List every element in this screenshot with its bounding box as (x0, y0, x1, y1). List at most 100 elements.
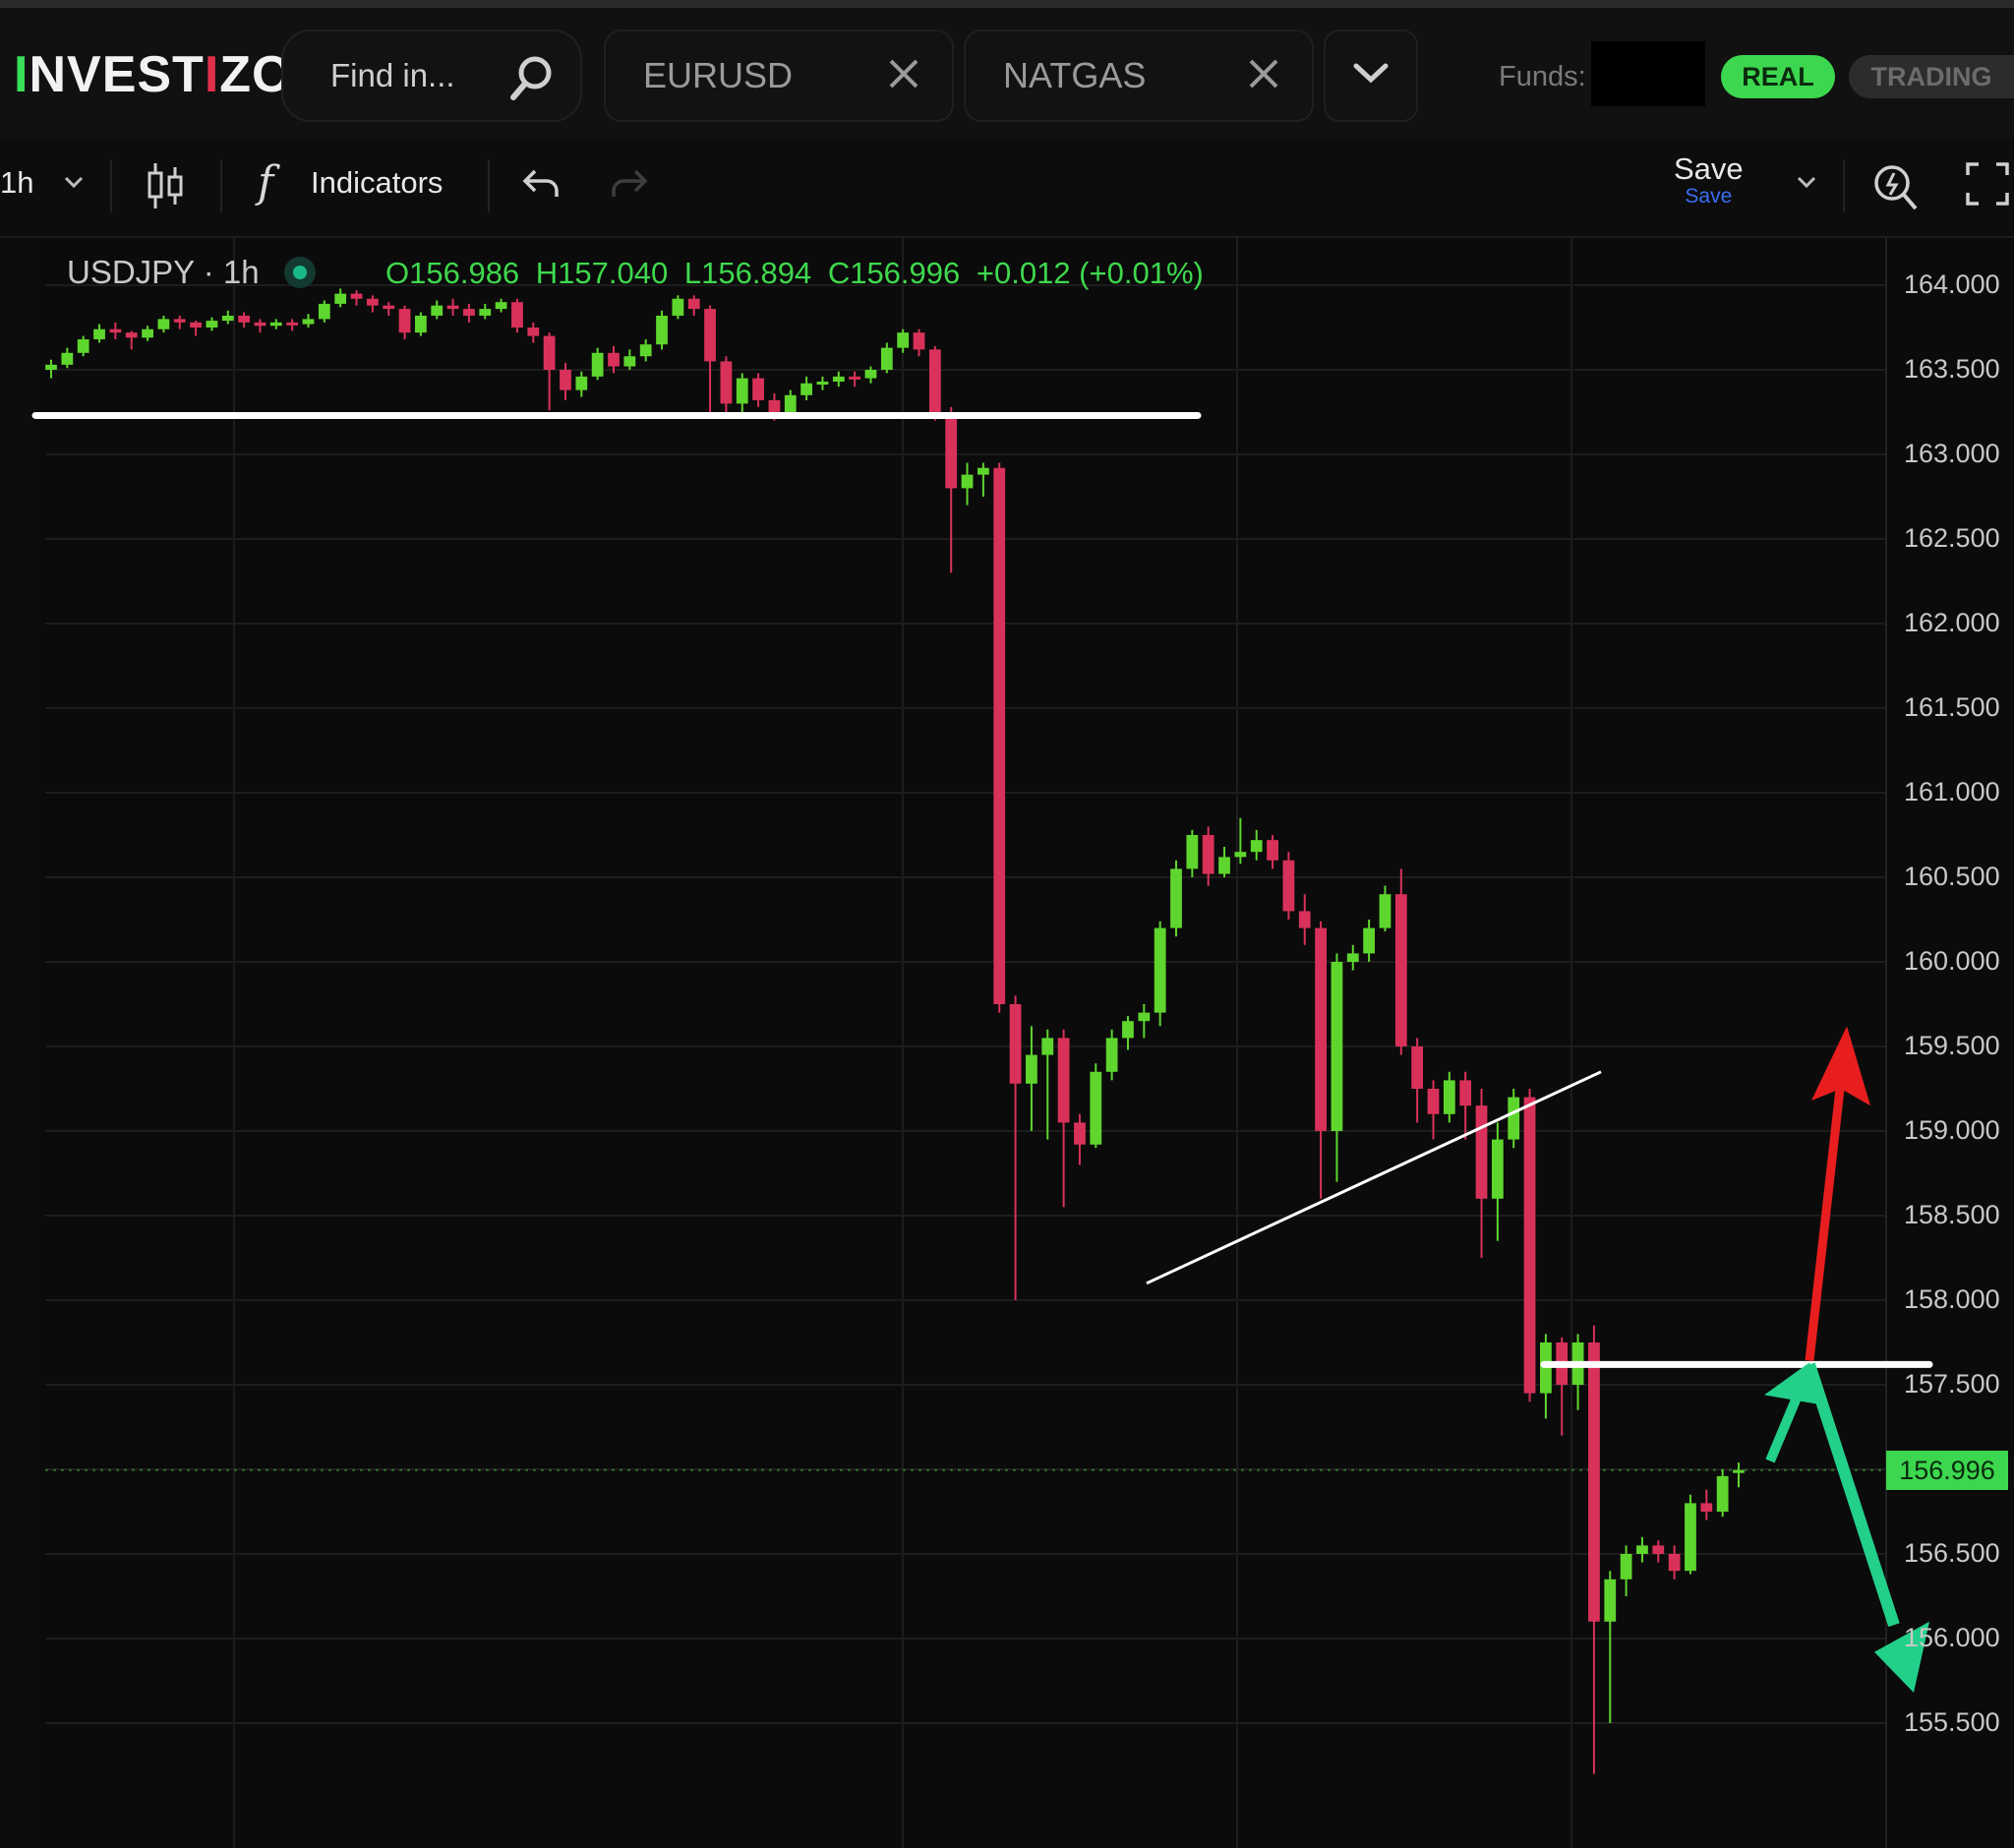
close-icon[interactable] (1247, 57, 1280, 90)
real-account-toggle[interactable]: REAL (1721, 55, 1835, 98)
chevron-down-icon[interactable] (1796, 175, 1817, 194)
candle-body (784, 394, 797, 412)
trading-button[interactable]: TRADING (1849, 55, 2014, 98)
chart-toolbar: 1h f Indicators Save Save (0, 138, 2014, 238)
candle-body (1491, 1139, 1504, 1199)
price-axis-label: 159.000 (1904, 1115, 2000, 1145)
toolbar-divider (1843, 159, 1845, 212)
candle-body (864, 370, 877, 379)
indicators-button[interactable]: Indicators (311, 165, 443, 201)
candle-body (897, 332, 910, 348)
undo-icon[interactable] (521, 165, 561, 206)
candlestick-type-icon[interactable] (146, 161, 185, 215)
candle-body (720, 361, 733, 404)
candle-body (221, 315, 234, 322)
candle-body (1443, 1080, 1455, 1114)
search-box[interactable]: Find in... (281, 30, 582, 122)
candle-body (1733, 1469, 1745, 1473)
candle-body (318, 303, 330, 320)
close-value: C156.996 (827, 256, 961, 290)
candle-body (157, 319, 170, 329)
candle-body (1636, 1545, 1648, 1554)
price-axis-label: 159.500 (1904, 1031, 2000, 1060)
candle-body (1411, 1046, 1424, 1089)
candle-body (415, 315, 427, 333)
candle-body (704, 309, 716, 362)
candle-body (61, 352, 74, 365)
price-axis-label: 161.000 (1904, 777, 2000, 806)
indicators-icon[interactable]: f (258, 157, 273, 208)
candle-body (1604, 1579, 1617, 1622)
save-sublabel: Save (1685, 185, 1733, 208)
investizo-logo[interactable]: INVESTIZO (14, 45, 293, 104)
candle-body (366, 298, 379, 306)
search-icon[interactable] (505, 53, 557, 109)
price-axis-label: 163.500 (1904, 354, 2000, 384)
price-axis-label: 162.500 (1904, 523, 2000, 553)
candle-body (1331, 962, 1343, 1131)
candle-body (1588, 1342, 1600, 1622)
candle-body (1668, 1554, 1681, 1572)
price-chart[interactable] (0, 238, 2014, 1848)
candle-body (575, 376, 588, 390)
tab-eurusd[interactable]: EURUSD (604, 30, 954, 122)
tab-natgas[interactable]: NATGAS (964, 30, 1314, 122)
candle-body (286, 322, 299, 326)
candle-body (527, 328, 540, 336)
candle-body (125, 332, 138, 338)
redo-icon[interactable] (610, 165, 649, 206)
funds-value-redacted (1591, 41, 1705, 106)
candle-body (269, 322, 282, 327)
candle-body (1250, 840, 1263, 853)
timeframe-selector[interactable]: 1h (0, 165, 33, 201)
candle-body (945, 412, 958, 489)
toolbar-divider (220, 159, 222, 212)
fullscreen-icon[interactable] (1965, 161, 2010, 211)
candle-body (591, 352, 604, 377)
top-bar: INVESTIZO Find in... EURUSD NATGAS Funds… (0, 0, 2014, 138)
candle-body (656, 315, 668, 345)
price-axis-label: 156.000 (1904, 1623, 2000, 1652)
chevron-down-icon[interactable] (63, 175, 85, 194)
market-status-icon (292, 266, 307, 280)
price-axis-label: 160.000 (1904, 946, 2000, 976)
candle-body (302, 319, 315, 325)
chevron-down-icon (1353, 62, 1389, 90)
quick-search-icon[interactable] (1872, 161, 1920, 217)
tab-label: EURUSD (643, 55, 794, 95)
candle-body (109, 328, 122, 333)
candle-body (238, 315, 250, 323)
candle-body (93, 328, 105, 340)
more-tabs-button[interactable] (1324, 30, 1418, 122)
funds-label: Funds: (1499, 61, 1586, 92)
candle-body (977, 467, 989, 475)
candle-body (560, 370, 571, 390)
toolbar-divider (110, 159, 112, 212)
save-label: Save (1674, 151, 1744, 186)
candle-body (543, 335, 556, 370)
candle-body (479, 309, 492, 316)
candle-body (1202, 835, 1214, 874)
candle-body (254, 322, 267, 327)
candle-body (383, 305, 395, 310)
candle-body (1074, 1122, 1086, 1145)
candle-body (1267, 840, 1278, 861)
candle-body (1394, 894, 1407, 1046)
candle-body (849, 376, 861, 380)
candle-body (431, 305, 444, 316)
save-button[interactable]: Save Save (1674, 151, 1744, 209)
price-axis-label: 155.500 (1904, 1707, 2000, 1737)
candle-body (1475, 1105, 1488, 1199)
price-axis-label: 158.000 (1904, 1284, 2000, 1314)
close-icon[interactable] (887, 57, 920, 90)
search-label: Find in... (330, 57, 455, 93)
candle-body (928, 349, 941, 412)
candle-body (1700, 1503, 1713, 1512)
candle-body (1298, 911, 1311, 928)
candle-body (173, 319, 186, 323)
price-axis-label: 158.500 (1904, 1200, 2000, 1229)
candle-body (993, 467, 1006, 1004)
price-axis-label: 157.500 (1904, 1369, 2000, 1399)
candle-body (511, 302, 523, 328)
candle-body (77, 339, 89, 353)
